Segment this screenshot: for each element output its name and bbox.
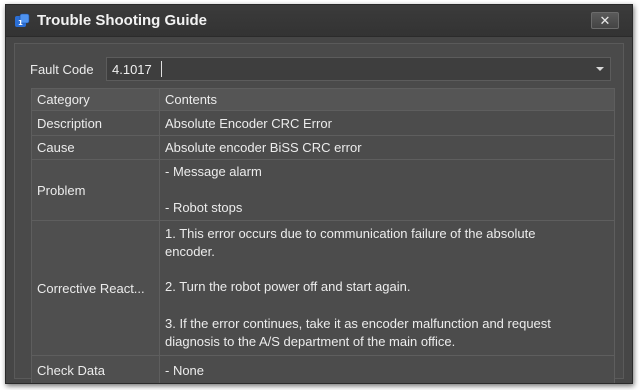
column-header-contents[interactable]: Contents [160, 89, 614, 110]
table-header-row: Category Contents [32, 89, 614, 111]
trouble-shooting-window: 1 Trouble Shooting Guide ✕ Fault Code 4.… [5, 4, 633, 384]
row-content: Absolute Encoder CRC Error [165, 115, 332, 131]
row-content: - Message alarm - Robot stops [160, 160, 614, 220]
content-line: 3. If the error continues, take it as en… [165, 316, 551, 331]
close-icon: ✕ [599, 13, 611, 28]
content-line: diagnosis to the A/S department of the m… [165, 334, 456, 349]
content-line: - Message alarm [165, 164, 262, 179]
row-content: Absolute encoder BiSS CRC error [165, 140, 362, 155]
title-bar: 1 Trouble Shooting Guide ✕ [6, 5, 632, 37]
row-category: Cause [32, 136, 160, 159]
fault-code-label: Fault Code [30, 62, 94, 77]
row-content: 1. This error occurs due to communicatio… [160, 221, 614, 355]
fault-code-combobox[interactable]: 4.1017 [106, 57, 611, 81]
row-category: Check Data [32, 356, 160, 383]
close-button[interactable]: ✕ [591, 12, 619, 29]
row-category: Problem [32, 160, 160, 220]
content-line: 1. This error occurs due to communicatio… [165, 226, 536, 241]
svg-text:1: 1 [18, 19, 23, 27]
troubleshooting-table: Category Contents Description Absolute E… [31, 88, 615, 383]
row-category: Description [32, 111, 160, 135]
table-row[interactable]: Description Absolute Encoder CRC Error [32, 111, 614, 136]
chevron-down-icon[interactable] [596, 67, 604, 71]
table-row[interactable]: Corrective React... 1. This error occurs… [32, 221, 614, 356]
column-header-category[interactable]: Category [32, 89, 160, 110]
content-line: 2. Turn the robot power off and start ag… [165, 279, 411, 294]
text-caret [161, 61, 162, 77]
content-line: - Robot stops [165, 200, 243, 215]
window-title: Trouble Shooting Guide [37, 12, 207, 29]
app-icon: 1 [15, 13, 30, 27]
table-row[interactable]: Check Data - None [32, 356, 614, 383]
table-row[interactable]: Problem - Message alarm - Robot stops [32, 160, 614, 221]
content-line: encoder. [165, 244, 215, 259]
table-row[interactable]: Cause Absolute encoder BiSS CRC error [32, 136, 614, 160]
dialog-body: Fault Code 4.1017 Category Contents Desc… [14, 43, 624, 383]
fault-code-value: 4.1017 [112, 62, 152, 77]
row-content: - None [165, 363, 205, 378]
row-category: Corrective React... [32, 221, 160, 355]
